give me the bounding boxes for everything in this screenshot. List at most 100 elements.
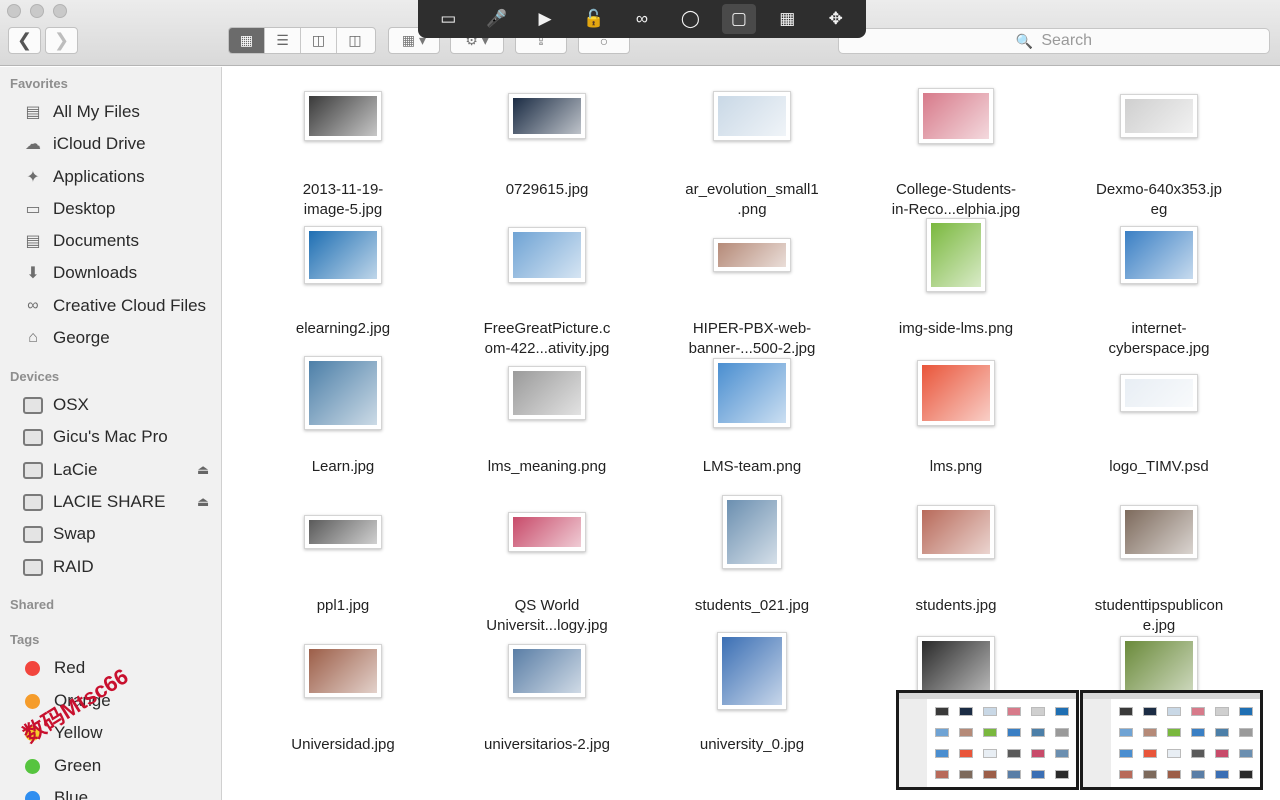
file-item[interactable]: Dexmo-640x353.jp eg <box>1069 84 1249 218</box>
file-item[interactable]: QS World Universit...logy.jpg <box>457 500 637 634</box>
computer-icon <box>22 427 44 447</box>
sidebar-item-raid[interactable]: RAID <box>22 554 94 580</box>
fullscreen-icon[interactable]: ✥ <box>819 4 853 34</box>
file-name-label: logo_TIMV.psd <box>1069 457 1249 477</box>
sidebar-item-lacie-share[interactable]: LACIE SHARE <box>22 489 165 515</box>
file-item[interactable]: students_021.jpg <box>662 495 842 630</box>
file-item[interactable]: FreeGreatPicture.c om-422...ativity.jpg <box>457 223 637 357</box>
preview-cell <box>1031 728 1045 737</box>
grid-icon[interactable]: ▦ <box>770 4 804 34</box>
monitor-icon[interactable]: ▭ <box>431 4 465 34</box>
screen-preview-thumbnail[interactable] <box>1080 690 1263 790</box>
forward-button[interactable]: ❯ <box>45 27 78 54</box>
link-icon[interactable]: ∞ <box>625 4 659 34</box>
screen-preview-thumbnail[interactable] <box>896 690 1079 790</box>
list-view-button[interactable]: ☰ <box>265 28 301 53</box>
file-name-line: students.jpg <box>915 597 997 614</box>
sidebar-item-george[interactable]: ⌂ George <box>22 325 110 351</box>
sidebar-item-icloud-drive[interactable]: ☁ iCloud Drive <box>22 131 146 157</box>
coverflow-view-button[interactable]: ◫ <box>337 28 373 53</box>
file-name-label: 2013-11-19- image-5.jpg <box>253 180 433 220</box>
file-item[interactable]: img-side-lms.png <box>866 218 1046 353</box>
sidebar-tag-green[interactable]: Green <box>22 753 101 779</box>
sidebar-item-osx[interactable]: OSX <box>22 392 89 418</box>
preview-cell <box>983 728 997 737</box>
file-name-line: in-Reco...elphia.jpg <box>891 201 1021 218</box>
zoom-window-button[interactable] <box>53 4 67 18</box>
sidebar-item-label: OSX <box>53 395 89 414</box>
sidebar-item-lacie[interactable]: LaCie <box>22 457 97 483</box>
file-item[interactable]: lms_meaning.png <box>457 361 637 491</box>
chevron-left-icon: ❮ <box>16 30 33 50</box>
file-item[interactable]: universitarios-2.jpg <box>457 639 637 769</box>
file-name-label: internet-cyberspace.jpg <box>1069 319 1249 359</box>
preview-cell <box>1215 728 1229 737</box>
chat-icon[interactable]: ◯ <box>673 4 707 34</box>
back-button[interactable]: ❮ <box>8 27 41 54</box>
sidebar-tag-red[interactable]: Red <box>22 655 85 681</box>
file-name-label: QS World Universit...logy.jpg <box>457 596 637 636</box>
file-name-label: students.jpg <box>866 596 1046 616</box>
file-item[interactable]: elearning2.jpg <box>253 223 433 353</box>
file-item[interactable]: university_0.jpg <box>662 632 842 769</box>
icon-view-button[interactable]: ▦ <box>229 28 265 53</box>
green-tag-icon <box>25 758 40 774</box>
file-item[interactable]: College-Students-in-Reco...elphia.jpg <box>866 84 1046 218</box>
document-icon[interactable]: ▢ <box>721 4 756 34</box>
preview-cell <box>935 707 949 716</box>
preview-cell <box>1167 749 1181 758</box>
file-item[interactable]: HIPER-PBX-web-banner-...500-2.jpg <box>662 223 842 357</box>
eject-icon[interactable]: ⏏ <box>197 462 209 478</box>
file-item[interactable]: students.jpg <box>866 500 1046 630</box>
sidebar-item-creative-cloud-files[interactable]: ∞ Creative Cloud Files <box>22 293 206 319</box>
preview-cell <box>1215 749 1229 758</box>
file-item[interactable]: logo_TIMV.psd <box>1069 361 1249 491</box>
column-view-button[interactable]: ◫ <box>301 28 337 53</box>
file-item[interactable]: 2013-11-19- image-5.jpg <box>253 84 433 218</box>
sidebar-item-applications[interactable]: ✦ Applications <box>22 164 144 190</box>
sidebar-item-downloads[interactable]: ⬇ Downloads <box>22 260 137 286</box>
file-item[interactable]: Universidad.jpg <box>253 639 433 769</box>
file-name-label: Universidad.jpg <box>253 735 433 755</box>
remote-control-bar: ▭ 🎤 ▶ 🔓 ∞ ◯ ▢ ▦ ✥ <box>418 0 866 38</box>
preview-cell <box>1031 770 1045 779</box>
sidebar-item-desktop[interactable]: ▭ Desktop <box>22 196 115 222</box>
search-field[interactable]: 🔍 Search <box>838 28 1270 54</box>
file-item[interactable]: lms.png <box>866 360 1046 491</box>
sidebar-item-all-my-files[interactable]: ▤ All My Files <box>22 99 139 125</box>
file-item[interactable]: ar_evolution_small1 .png <box>662 84 842 218</box>
sidebar-tag-blue[interactable]: Blue <box>22 785 88 800</box>
chevron-right-icon: ❯ <box>53 30 70 50</box>
file-item[interactable]: internet-cyberspace.jpg <box>1069 223 1249 357</box>
file-item[interactable]: studenttipspublicon e.jpg <box>1069 500 1249 634</box>
sidebar-item-mac-pro[interactable]: Gicu's Mac Pro <box>22 424 168 450</box>
file-name-label: elearning2.jpg <box>253 319 433 339</box>
file-name-line: Learn.jpg <box>311 458 375 475</box>
file-name-label: HIPER-PBX-web-banner-...500-2.jpg <box>662 319 842 359</box>
preview-cell <box>1239 749 1253 758</box>
file-name-label: College-Students-in-Reco...elphia.jpg <box>866 180 1046 220</box>
file-thumbnail <box>917 360 995 426</box>
file-name-line: 2013-11-19- <box>302 181 384 198</box>
sidebar-item-label: Swap <box>53 524 96 543</box>
sidebar-item-documents[interactable]: ▤ Documents <box>22 228 139 254</box>
coverflow-view-icon: ◫ <box>348 32 362 48</box>
sidebar-item-label: George <box>53 328 110 347</box>
preview-cell <box>1239 728 1253 737</box>
creative-cloud-icon: ∞ <box>27 297 39 314</box>
preview-cell <box>1143 707 1157 716</box>
file-name-line: cyberspace.jpg <box>1108 340 1210 357</box>
microphone-icon[interactable]: 🎤 <box>480 4 514 34</box>
sidebar-item-swap[interactable]: Swap <box>22 521 96 547</box>
file-item[interactable]: 0729615.jpg <box>457 84 637 214</box>
close-window-button[interactable] <box>7 4 21 18</box>
eject-icon[interactable]: ⏏ <box>197 494 209 510</box>
unlock-icon[interactable]: 🔓 <box>577 4 611 34</box>
file-item[interactable]: Learn.jpg <box>253 356 433 491</box>
minimize-window-button[interactable] <box>30 4 44 18</box>
blue-tag-icon <box>25 790 40 800</box>
video-camera-icon[interactable]: ▶ <box>528 4 562 34</box>
file-item[interactable]: LMS-team.png <box>662 358 842 491</box>
preview-cell <box>1007 728 1021 737</box>
file-item[interactable]: ppl1.jpg <box>253 500 433 630</box>
